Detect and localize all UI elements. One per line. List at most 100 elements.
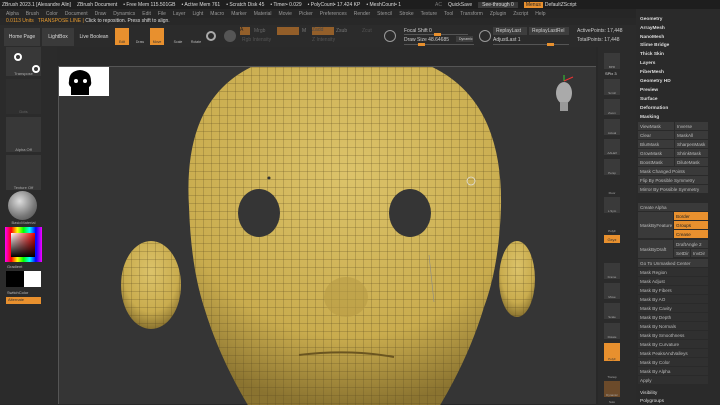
move-view-button[interactable]: Move (604, 283, 620, 299)
preview-menu[interactable]: Preview (640, 88, 658, 93)
mask-list-item[interactable]: Mask PeaksAndValleys (638, 349, 708, 357)
menu-render[interactable]: Render (354, 11, 370, 17)
dynamic-button[interactable]: Dynamic (456, 36, 473, 42)
texture-button[interactable]: Texture Off (6, 155, 41, 190)
color-picker[interactable] (5, 227, 42, 262)
draw-size-slider[interactable]: Draw Size 48.64685 (404, 37, 449, 43)
menu-brush[interactable]: Brush (26, 11, 39, 17)
draw-size-track[interactable] (404, 43, 474, 46)
visibility-menu[interactable]: Visibility (640, 391, 657, 396)
focal-icon[interactable] (384, 30, 396, 42)
polyf-button[interactable]: PolyF (604, 343, 620, 361)
m-toggle[interactable]: M (302, 28, 306, 34)
replaylast-button[interactable]: ReplayLast (493, 27, 527, 35)
ghost-button[interactable]: Dynamic (604, 381, 620, 397)
material-button[interactable]: BasicMaterial (6, 191, 41, 225)
menu-draw[interactable]: Draw (95, 11, 107, 17)
menu-preferences[interactable]: Preferences (320, 11, 347, 17)
setdir-button[interactable]: SetDir (674, 249, 690, 257)
menu-file[interactable]: File (158, 11, 166, 17)
crease-toggle[interactable]: Crease (674, 230, 708, 238)
growmask-button[interactable]: GrowMask (638, 149, 674, 157)
menu-picker[interactable]: Picker (299, 11, 313, 17)
mask-list-item[interactable]: Mask By Smoothness (638, 331, 708, 339)
actual-button[interactable]: Actual (604, 119, 620, 135)
sharpenmask-button[interactable]: SharpenMask (675, 140, 708, 148)
transpose-point[interactable] (267, 176, 271, 180)
edit-button[interactable]: Edit (115, 28, 129, 45)
menu-macro[interactable]: Macro (210, 11, 224, 17)
mask-list-item[interactable]: Mask Adjust (638, 277, 708, 285)
see-through-slider[interactable]: See-through 0 (478, 1, 518, 8)
alpha-button[interactable]: Alpha Off (6, 117, 41, 152)
menu-tool[interactable]: Tool (444, 11, 453, 17)
transpose-button[interactable]: Transpose (6, 47, 41, 76)
menu-layer[interactable]: Layer (173, 11, 186, 17)
alternate-button[interactable]: Alternate (6, 297, 41, 304)
viewmask-button[interactable]: ViewMask (638, 122, 674, 130)
mask-list-item[interactable]: Mask By Normals (638, 322, 708, 330)
color-square[interactable] (11, 233, 35, 257)
aahalf-button[interactable]: AAHalf (604, 139, 620, 155)
mask-list-item[interactable]: Mask Region (638, 268, 708, 276)
maskall-button[interactable]: MaskAll (675, 131, 708, 139)
menu-dynamics[interactable]: Dynamics (113, 11, 135, 17)
replaylastrel-button[interactable]: ReplayLastRel (529, 27, 569, 35)
spix-slider[interactable]: SPix 3 (605, 71, 617, 76)
fibermesh-menu[interactable]: FiberMesh (640, 70, 664, 75)
transp-button[interactable]: Transp (604, 363, 620, 379)
polypaint-sphere-icon[interactable] (224, 30, 236, 42)
goto-unmasked-center-button[interactable]: Go To Unmasked Center (638, 259, 708, 267)
replay-icon[interactable] (479, 30, 491, 42)
gxyz-button[interactable]: Gxyz (604, 235, 620, 243)
flip-symmetry-button[interactable]: Flip By Possible Symmetry (638, 176, 708, 184)
nanomesh-menu[interactable]: NanoMesh (640, 35, 664, 40)
head-mesh[interactable] (59, 67, 597, 405)
create-alpha-button[interactable]: Create Alpha (638, 203, 708, 211)
menu-help[interactable]: Help (535, 11, 545, 17)
adjustlast-track[interactable] (493, 43, 569, 46)
deformation-menu[interactable]: Deformation (640, 106, 668, 111)
shrinkmask-button[interactable]: ShrinkMask (675, 149, 708, 157)
focal-shift-track[interactable] (404, 33, 468, 36)
menu-zscript[interactable]: Zscript (513, 11, 528, 17)
rgb-intensity-slider[interactable]: Rgb Intensity (242, 37, 271, 43)
rotate-button[interactable]: Rotate (189, 28, 203, 45)
menu-document[interactable]: Document (65, 11, 88, 17)
zadd-toggle[interactable]: Zadd (312, 27, 334, 35)
draftangle-slider[interactable]: DraftAngle 2 (674, 240, 708, 248)
menu-texture[interactable]: Texture (421, 11, 437, 17)
clear-button[interactable]: Clear (638, 131, 674, 139)
menu-marker[interactable]: Marker (231, 11, 247, 17)
slime-bridge-menu[interactable]: Slime Bridge (640, 43, 669, 48)
arraymesh-menu[interactable]: ArrayMesh (640, 26, 665, 31)
gizmo-icon[interactable] (206, 31, 216, 41)
geometry-menu[interactable]: Geometry (640, 17, 662, 22)
ac-button[interactable]: AC (435, 2, 442, 8)
zsub-toggle[interactable]: Zsub (336, 28, 347, 34)
rotate-view-button[interactable]: Rotate (604, 323, 620, 339)
adjustlast-slider[interactable]: AdjustLast 1 (493, 37, 521, 43)
menu-transform[interactable]: Transform (460, 11, 483, 17)
persp-button[interactable]: Persp (604, 159, 620, 175)
border-toggle[interactable]: Border (674, 212, 708, 220)
menu-stroke[interactable]: Stroke (399, 11, 413, 17)
menus-toggle[interactable]: Menus (523, 1, 543, 8)
rgb-toggle[interactable] (277, 27, 299, 35)
mask-list-item[interactable]: Mask By Curvature (638, 340, 708, 348)
blurmask-button[interactable]: BlurMask (638, 140, 674, 148)
scroll-button[interactable]: Scroll (604, 79, 620, 95)
solo-button[interactable]: Solo (604, 399, 620, 404)
mask-list-item[interactable]: Mask By Depth (638, 313, 708, 321)
dilutemask-button[interactable]: DiluteMask (675, 158, 708, 166)
stroke-dots-button[interactable]: Dots (6, 79, 41, 114)
menu-alpha[interactable]: Alpha (6, 11, 19, 17)
scale-view-button[interactable]: Scale (604, 303, 620, 319)
draw-button[interactable]: Draw (133, 28, 147, 45)
thick-skin-menu[interactable]: Thick Skin (640, 52, 664, 57)
floor-button[interactable]: Floor (604, 179, 620, 195)
z-intensity-slider[interactable]: Z Intensity (312, 37, 335, 43)
inverse-button[interactable]: Inverse (675, 122, 708, 130)
move-button[interactable]: Move (150, 28, 164, 45)
mask-list-item[interactable]: Mask By AO (638, 295, 708, 303)
